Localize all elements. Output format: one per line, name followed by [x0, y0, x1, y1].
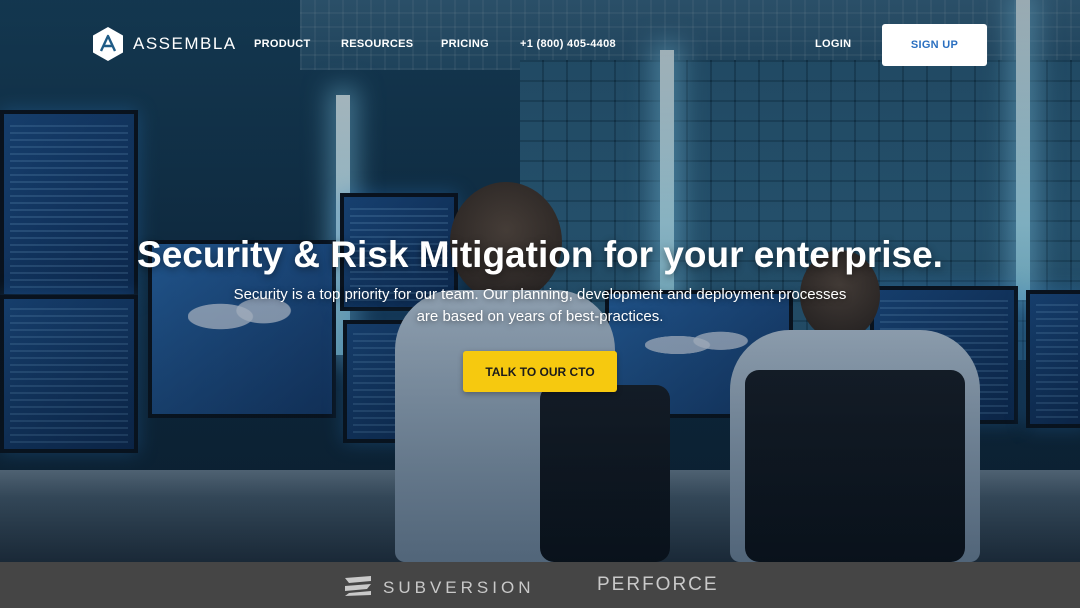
brand-logo[interactable]: ASSEMBLA — [91, 26, 237, 62]
assembla-hexagon-logo-icon — [91, 26, 125, 62]
partner-name: SUBVERSION — [383, 577, 535, 597]
hero-subtext: Security is a top priority for our team.… — [233, 286, 847, 325]
signup-button[interactable]: SIGN UP — [882, 24, 987, 66]
login-link[interactable]: LOGIN — [815, 38, 851, 50]
hero-section: ASSEMBLA PRODUCT RESOURCES PRICING +1 (8… — [0, 0, 1080, 562]
partner-logo-strip: SUBVERSION PERFORCE — [0, 562, 1080, 608]
partner-name: PERFORCE — [597, 574, 719, 595]
nav-phone[interactable]: +1 (800) 405-4408 — [520, 38, 616, 50]
top-navbar: ASSEMBLA PRODUCT RESOURCES PRICING +1 (8… — [0, 0, 1080, 90]
talk-to-cto-button[interactable]: TALK TO OUR CTO — [463, 351, 617, 392]
nav-resources[interactable]: RESOURCES — [341, 38, 413, 50]
nav-pricing[interactable]: PRICING — [441, 38, 489, 50]
hero-headline: Security & Risk Mitigation for your ente… — [137, 234, 943, 275]
subversion-logo-icon — [343, 574, 373, 601]
brand-name: ASSEMBLA — [133, 34, 237, 53]
nav-product[interactable]: PRODUCT — [254, 38, 311, 50]
partner-perforce: PERFORCE — [597, 574, 719, 596]
partner-subversion: SUBVERSION — [343, 574, 534, 601]
